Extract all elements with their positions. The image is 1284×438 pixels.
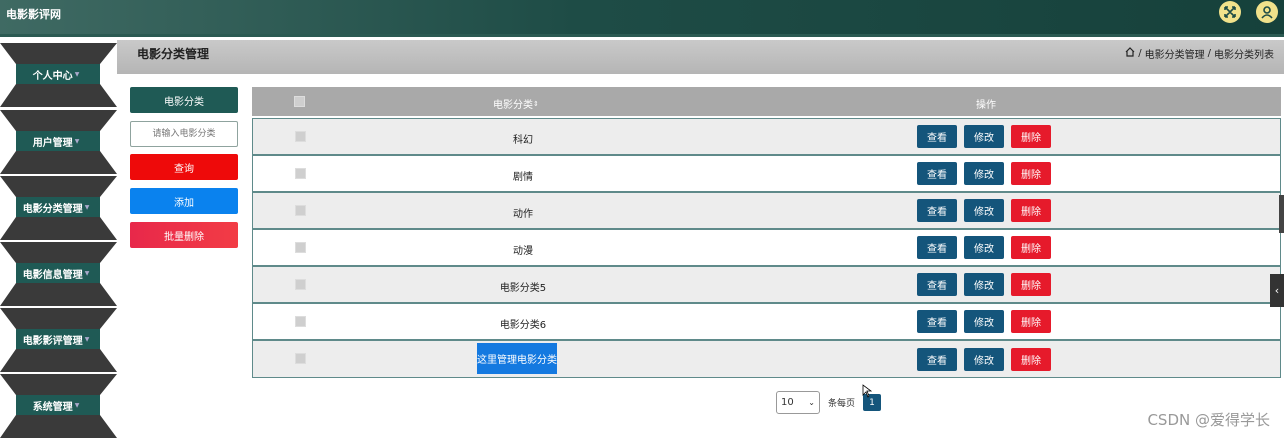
- breadcrumb-separator: /: [1207, 48, 1211, 59]
- edit-button[interactable]: 修改: [964, 310, 1004, 333]
- sidebar-item-label: 电影分类管理: [22, 203, 83, 215]
- user-icon[interactable]: [1256, 1, 1278, 23]
- collapse-panel-icon[interactable]: ‹: [1270, 274, 1284, 307]
- sidebar-item-label: 系统管理: [32, 401, 73, 413]
- row-checkbox[interactable]: [295, 242, 306, 253]
- mouse-cursor-icon: [862, 384, 872, 398]
- view-button[interactable]: 查看: [917, 162, 957, 185]
- view-button[interactable]: 查看: [917, 125, 957, 148]
- row-checkbox[interactable]: [295, 279, 306, 290]
- sort-icon[interactable]: ⇕: [533, 100, 539, 108]
- content-header: [117, 40, 1284, 74]
- view-button[interactable]: 查看: [917, 348, 957, 371]
- delete-button[interactable]: 删除: [1011, 125, 1051, 148]
- chevron-down-icon: ⌄: [808, 398, 815, 407]
- chevron-down-icon: ▼: [74, 401, 80, 409]
- watermark: CSDN @爱得学长: [1147, 411, 1270, 429]
- column-header-ops: 操作: [976, 100, 996, 111]
- page-title: 电影分类管理: [137, 47, 210, 61]
- sidebar-item-category-management[interactable]: 电影分类管理 ▼: [0, 176, 117, 240]
- category-search-input[interactable]: [130, 121, 238, 147]
- row-checkbox[interactable]: [295, 316, 306, 327]
- table-header: 电影分类 ⇕ 操作: [252, 87, 1281, 116]
- query-button[interactable]: 查询: [130, 154, 238, 180]
- breadcrumb: / 电影分类管理 / 电影分类列表: [1125, 46, 1274, 61]
- per-page-label: 条每页: [828, 399, 856, 409]
- table-row: 动漫 查看 修改 删除: [252, 229, 1281, 266]
- breadcrumb-item-category-management[interactable]: 电影分类管理: [1145, 46, 1205, 61]
- page-size-value: 10: [781, 397, 794, 408]
- table-row: 电影分类6 查看 修改 删除: [252, 303, 1281, 340]
- sidebar-item-personal-center[interactable]: 个人中心 ▼: [0, 43, 117, 107]
- edit-button[interactable]: 修改: [964, 125, 1004, 148]
- sidebar-item-label: 个人中心: [32, 70, 73, 82]
- delete-button[interactable]: 删除: [1011, 310, 1051, 333]
- category-name: 动漫: [513, 246, 533, 257]
- edit-button[interactable]: 修改: [964, 273, 1004, 296]
- chevron-down-icon: ▼: [74, 137, 80, 145]
- sidebar-item-movie-management[interactable]: 电影信息管理 ▼: [0, 242, 117, 306]
- view-button[interactable]: 查看: [917, 310, 957, 333]
- table-row: 剧情 查看 修改 删除: [252, 155, 1281, 192]
- category-name: 动作: [513, 209, 533, 220]
- view-button[interactable]: 查看: [917, 273, 957, 296]
- table-row: 动作 查看 修改 删除: [252, 192, 1281, 229]
- chevron-down-icon: ▼: [84, 203, 90, 211]
- column-header-name: 电影分类: [493, 100, 533, 111]
- row-checkbox[interactable]: [295, 131, 306, 142]
- delete-button[interactable]: 删除: [1011, 162, 1051, 185]
- top-bar: 电影影评网: [0, 0, 1284, 37]
- add-button[interactable]: 添加: [130, 188, 238, 214]
- scroll-handle[interactable]: [1279, 195, 1284, 233]
- chevron-down-icon: ▼: [84, 269, 90, 277]
- chevron-down-icon: ▼: [84, 335, 90, 343]
- edit-button[interactable]: 修改: [964, 162, 1004, 185]
- edit-button[interactable]: 修改: [964, 236, 1004, 259]
- delete-button[interactable]: 删除: [1011, 273, 1051, 296]
- edit-button[interactable]: 修改: [964, 199, 1004, 222]
- select-all-checkbox[interactable]: [294, 96, 305, 107]
- breadcrumb-separator: /: [1138, 48, 1142, 59]
- table-row: 这里管理电影分类 查看 修改 删除: [252, 340, 1281, 378]
- sidebar-item-label: 用户管理: [32, 137, 73, 149]
- app-title: 电影影评网: [6, 8, 61, 21]
- category-name: 科幻: [513, 135, 533, 146]
- category-name: 这里管理电影分类: [477, 343, 557, 374]
- delete-button[interactable]: 删除: [1011, 348, 1051, 371]
- table-row: 科幻 查看 修改 删除: [252, 118, 1281, 155]
- batch-delete-button[interactable]: 批量删除: [130, 222, 238, 248]
- fullscreen-icon[interactable]: [1219, 1, 1241, 23]
- row-checkbox[interactable]: [295, 353, 306, 364]
- category-table: 电影分类 ⇕ 操作 科幻 查看 修改 删除 剧情 查看 修改 删除 动作 查看 修…: [252, 87, 1281, 379]
- row-checkbox[interactable]: [295, 168, 306, 179]
- sidebar: 个人中心 ▼ 用户管理 ▼ 电影分类管理 ▼ 电影信息管理 ▼ 电影影评管理 ▼ 系统管理…: [0, 40, 117, 438]
- view-button[interactable]: 查看: [917, 236, 957, 259]
- delete-button[interactable]: 删除: [1011, 236, 1051, 259]
- category-filter-button[interactable]: 电影分类: [130, 87, 238, 113]
- sidebar-item-label: 电影信息管理: [22, 269, 83, 281]
- edit-button[interactable]: 修改: [964, 348, 1004, 371]
- category-name: 电影分类5: [499, 283, 547, 294]
- page-size-select[interactable]: 10 ⌄: [776, 391, 820, 414]
- table-row: 电影分类5 查看 修改 删除: [252, 266, 1281, 303]
- chevron-down-icon: ▼: [74, 70, 80, 78]
- sidebar-item-system-management[interactable]: 系统管理 ▼: [0, 374, 117, 438]
- sidebar-item-user-management[interactable]: 用户管理 ▼: [0, 110, 117, 174]
- category-name: 剧情: [513, 172, 533, 183]
- category-name: 电影分类6: [499, 320, 547, 331]
- sidebar-item-review-management[interactable]: 电影影评管理 ▼: [0, 308, 117, 372]
- home-icon[interactable]: [1125, 47, 1135, 60]
- view-button[interactable]: 查看: [917, 199, 957, 222]
- breadcrumb-item-category-list: 电影分类列表: [1214, 50, 1274, 61]
- row-checkbox[interactable]: [295, 205, 306, 216]
- delete-button[interactable]: 删除: [1011, 199, 1051, 222]
- sidebar-item-label: 电影影评管理: [22, 335, 83, 347]
